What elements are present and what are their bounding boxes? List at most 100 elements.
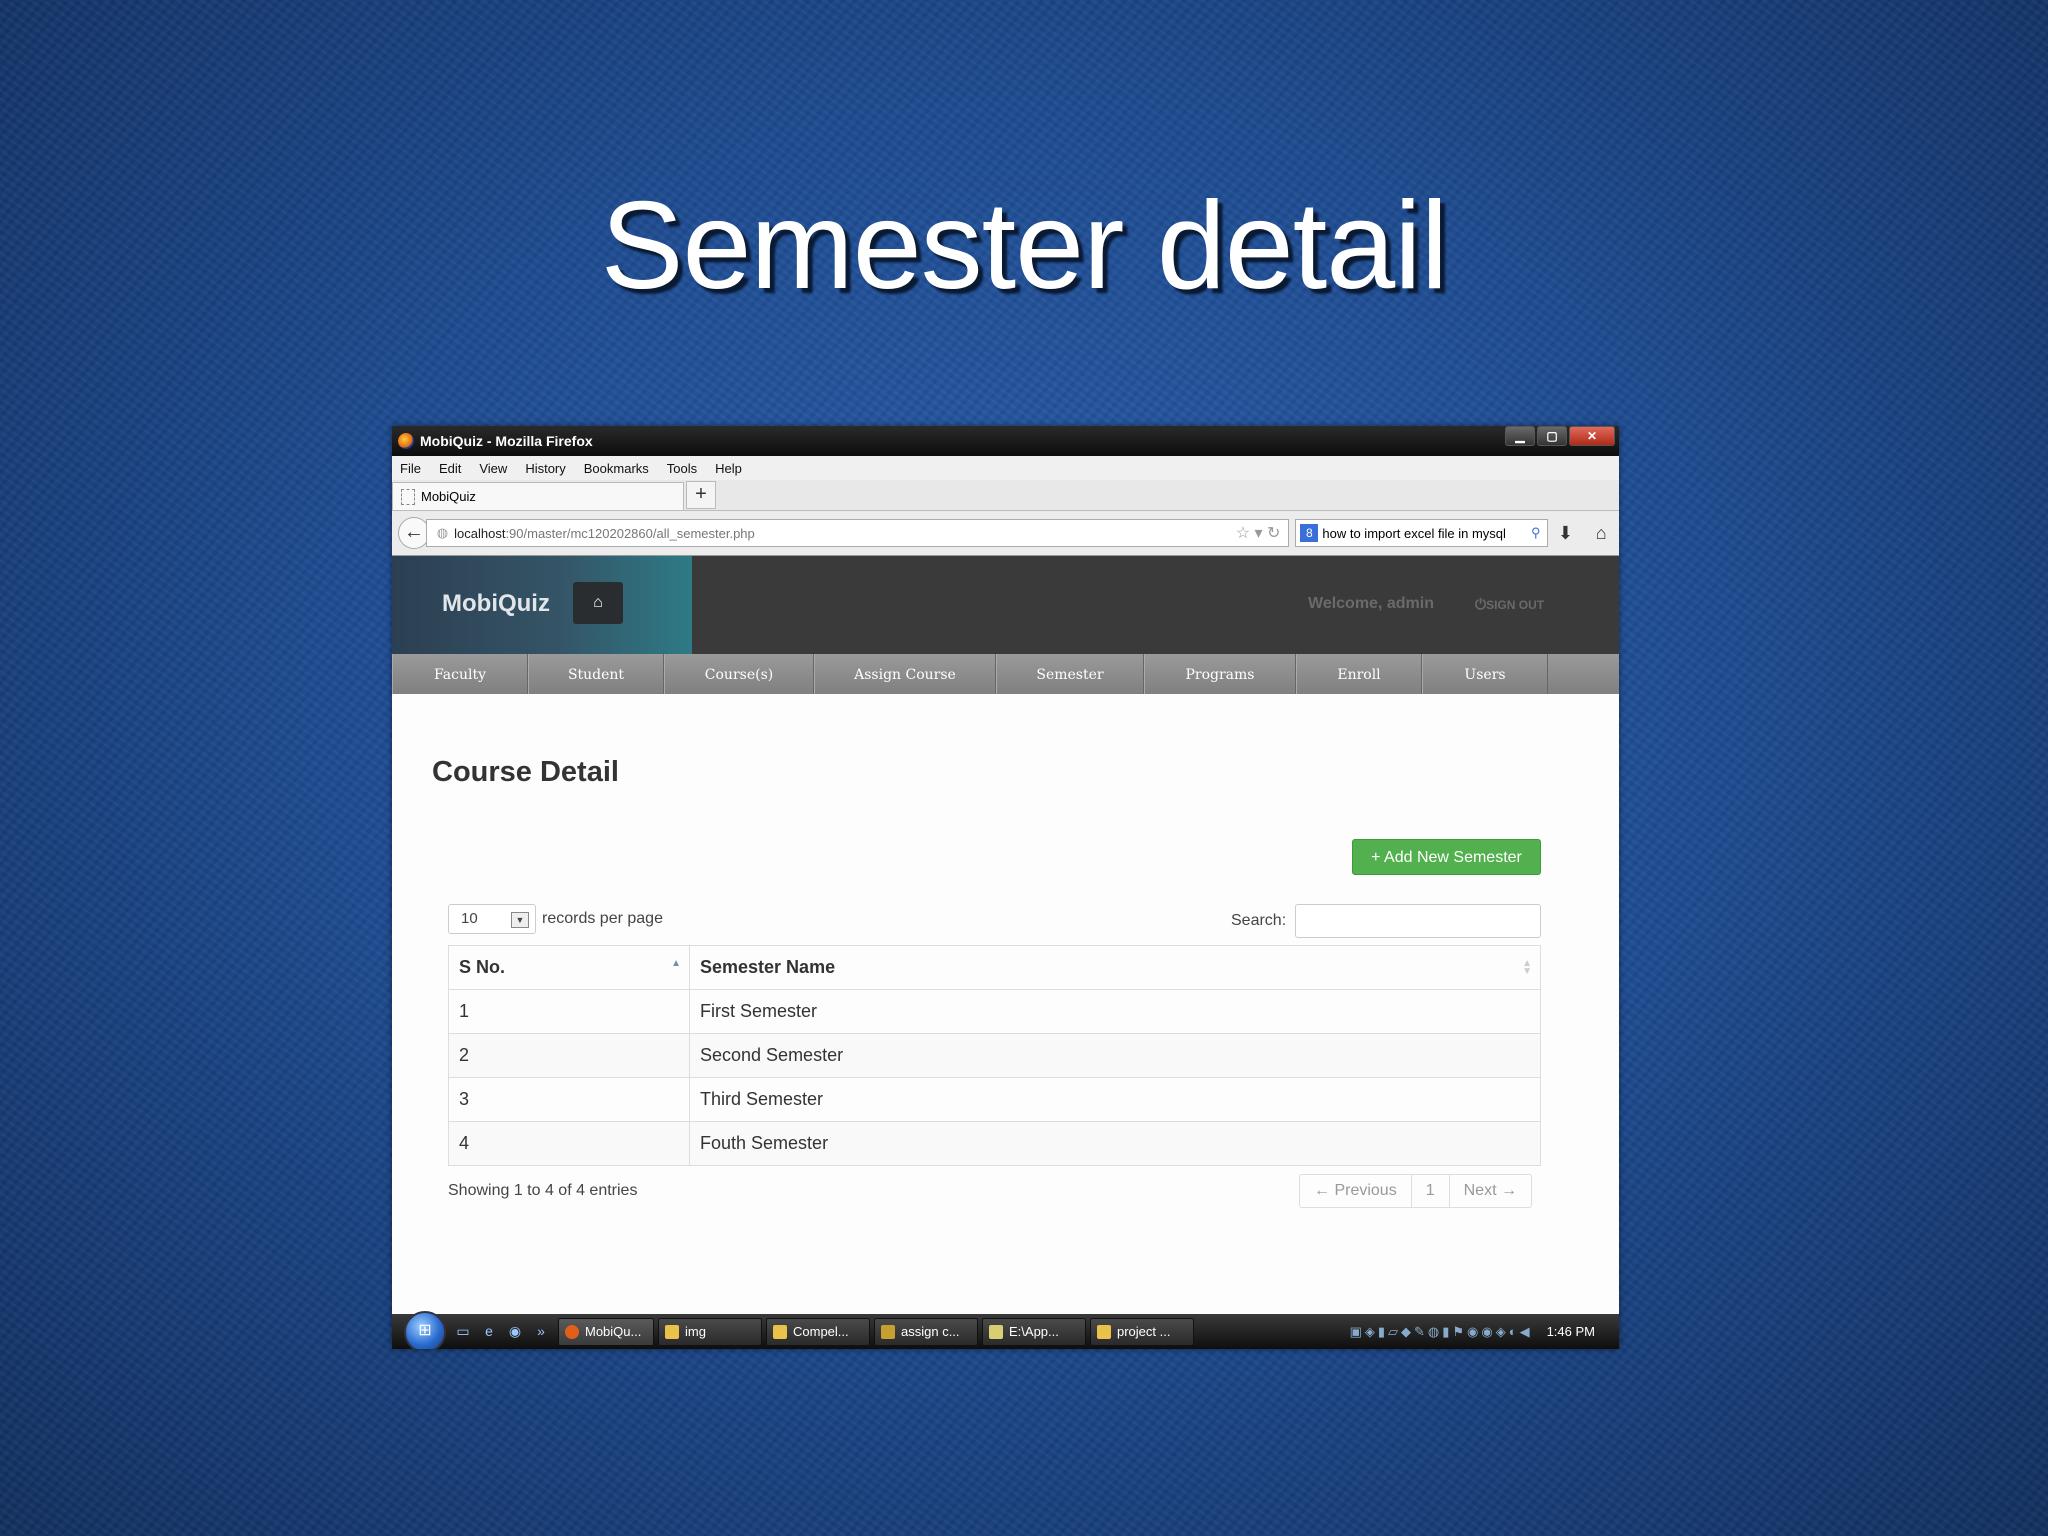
close-icon[interactable]: ✕ <box>1569 426 1615 446</box>
taskbar-item-notepad[interactable]: E:\App... <box>982 1317 1086 1346</box>
tray-icons[interactable]: ▣◈▮▱◆✎◍▮⚑◉◉◈◐◀ <box>1350 1324 1533 1340</box>
ie-icon[interactable]: e <box>480 1323 498 1341</box>
page-title: Course Detail <box>432 756 619 788</box>
magnifier-icon[interactable]: ⚲ <box>1531 525 1541 541</box>
menu-file[interactable]: File <box>400 461 421 476</box>
brand-block: MobiQuiz ⌂ <box>392 556 692 654</box>
tab-bar: MobiQuiz + <box>392 480 1619 511</box>
system-tray: ▣◈▮▱◆✎◍▮⚑◉◉◈◐◀ 1:46 PM <box>1350 1324 1595 1340</box>
url-host: localhost <box>454 525 506 541</box>
page-1-button[interactable]: 1 <box>1412 1175 1450 1207</box>
show-desktop-icon[interactable]: ▭ <box>454 1323 472 1341</box>
taskbar-item-label: assign c... <box>901 1324 960 1339</box>
table-row: 2 Second Semester <box>448 1033 1541 1078</box>
taskbar-item-label: img <box>685 1324 706 1339</box>
taskbar-item-editor[interactable]: assign c... <box>874 1317 978 1346</box>
cell-sno: 1 <box>448 989 690 1034</box>
nav-programs[interactable]: Programs <box>1144 654 1296 696</box>
search-bar-text: how to import excel file in mysql <box>1322 525 1506 541</box>
taskbar-item-project[interactable]: project ... <box>1090 1317 1194 1346</box>
home-icon[interactable]: ⌂ <box>1583 523 1619 544</box>
url-path: :90/master/mc120202860/all_semester.php <box>505 525 755 541</box>
per-page-value: 10 <box>461 910 478 927</box>
previous-button[interactable]: ← Previous <box>1300 1175 1412 1207</box>
menu-tools[interactable]: Tools <box>667 461 697 476</box>
new-tab-button[interactable]: + <box>686 481 716 509</box>
reload-icon[interactable]: ↻ <box>1267 525 1280 542</box>
menu-view[interactable]: View <box>479 461 507 476</box>
table-row: 4 Fouth Semester <box>448 1121 1541 1166</box>
next-button[interactable]: Next → <box>1450 1175 1531 1207</box>
main-content: Course Detail + Add New Semester 10 ▼ re… <box>392 694 1619 1314</box>
menu-edit[interactable]: Edit <box>439 461 461 476</box>
nav-assign-course[interactable]: Assign Course <box>814 654 996 696</box>
cell-sno: 4 <box>448 1121 690 1166</box>
column-header-sno[interactable]: S No. ▲ <box>448 945 690 990</box>
minimize-icon[interactable]: ▁ <box>1505 426 1535 446</box>
cell-semester-name: Second Semester <box>689 1033 1541 1078</box>
folder-icon <box>1097 1324 1111 1339</box>
more-icon[interactable]: » <box>532 1323 550 1341</box>
sort-both-icon: ▲ ▼ <box>1522 958 1532 977</box>
app-nav: Faculty Student Course(s) Assign Course … <box>392 654 1619 696</box>
google-icon: 8 <box>1300 524 1319 542</box>
editor-icon <box>881 1324 895 1339</box>
taskbar-item-label: E:\App... <box>1009 1324 1059 1339</box>
column-header-semester-name[interactable]: Semester Name ▲ ▼ <box>689 945 1541 990</box>
table-header-row: S No. ▲ Semester Name ▲ ▼ <box>448 945 1541 990</box>
nav-semester[interactable]: Semester <box>996 654 1144 696</box>
globe-icon: ◍ <box>436 525 449 540</box>
taskbar: ⊞ ▭ e ◉ » MobiQu... img Compel... assign… <box>392 1310 1619 1349</box>
slide-title: Semester detail <box>600 177 1449 315</box>
nav-faculty[interactable]: Faculty <box>392 654 528 696</box>
dropdown-icon[interactable]: ▾ <box>1255 525 1263 542</box>
app-icon[interactable]: ◉ <box>506 1323 524 1341</box>
taskbar-item-folder[interactable]: img <box>658 1317 762 1346</box>
brand-logo[interactable]: MobiQuiz <box>442 590 550 618</box>
window-titlebar: MobiQuiz - Mozilla Firefox ▁ ▢ ✕ <box>392 426 1619 456</box>
table-info: Showing 1 to 4 of 4 entries <box>448 1182 638 1199</box>
taskbar-item-label: Compel... <box>793 1324 849 1339</box>
clock[interactable]: 1:46 PM <box>1547 1324 1595 1339</box>
per-page-select[interactable]: 10 ▼ <box>448 904 536 934</box>
tab-mobiquiz[interactable]: MobiQuiz <box>392 482 684 510</box>
semester-table: S No. ▲ Semester Name ▲ ▼ 1 First Semester … <box>448 945 1541 1166</box>
url-bar[interactable]: ◍ localhost:90/master/mc120202860/all_se… <box>425 519 1290 547</box>
menu-help[interactable]: Help <box>715 461 742 476</box>
search-label: Search: <box>1231 912 1287 929</box>
taskbar-item-folder[interactable]: Compel... <box>766 1317 870 1346</box>
cell-sno: 2 <box>448 1033 690 1078</box>
cell-semester-name: First Semester <box>689 989 1541 1034</box>
window-controls: ▁ ▢ ✕ <box>1503 426 1615 446</box>
sign-out-label: SIGN OUT <box>1486 598 1545 612</box>
browser-window: MobiQuiz - Mozilla Firefox ▁ ▢ ✕ File Ed… <box>392 426 1619 1349</box>
download-icon[interactable]: ⬇ <box>1548 523 1584 544</box>
nav-student[interactable]: Student <box>528 654 664 696</box>
start-button[interactable]: ⊞ <box>404 1310 446 1349</box>
add-new-semester-button[interactable]: + Add New Semester <box>1352 839 1541 875</box>
home-button[interactable]: ⌂ <box>573 582 623 624</box>
table-row: 3 Third Semester <box>448 1077 1541 1122</box>
navigation-bar: ← ◍ localhost:90/master/mc120202860/all_… <box>392 511 1619 556</box>
app-header: MobiQuiz ⌂ Welcome, admin ⏻SIGN OUT <box>392 556 1619 654</box>
nav-enroll[interactable]: Enroll <box>1296 654 1422 696</box>
sign-out-link[interactable]: ⏻SIGN OUT <box>1475 596 1544 613</box>
cell-semester-name: Fouth Semester <box>689 1121 1541 1166</box>
power-icon: ⏻ <box>1475 596 1487 612</box>
tab-label: MobiQuiz <box>421 489 476 504</box>
folder-icon <box>665 1324 679 1339</box>
taskbar-item-label: MobiQu... <box>585 1324 642 1339</box>
chevron-down-icon: ▼ <box>511 912 529 928</box>
nav-users[interactable]: Users <box>1422 654 1548 696</box>
column-header-label: S No. <box>459 957 506 977</box>
search-bar[interactable]: 8 how to import excel file in mysql ⚲ <box>1295 519 1548 547</box>
menu-history[interactable]: History <box>525 461 565 476</box>
quick-launch: ▭ e ◉ » <box>454 1323 558 1341</box>
bookmark-star-icon[interactable]: ☆ <box>1236 525 1250 542</box>
menu-bookmarks[interactable]: Bookmarks <box>584 461 649 476</box>
search-input[interactable] <box>1295 904 1541 938</box>
maximize-icon[interactable]: ▢ <box>1537 426 1567 446</box>
taskbar-item-firefox[interactable]: MobiQu... <box>558 1317 654 1346</box>
nav-courses[interactable]: Course(s) <box>664 654 814 696</box>
page-icon <box>401 488 415 505</box>
